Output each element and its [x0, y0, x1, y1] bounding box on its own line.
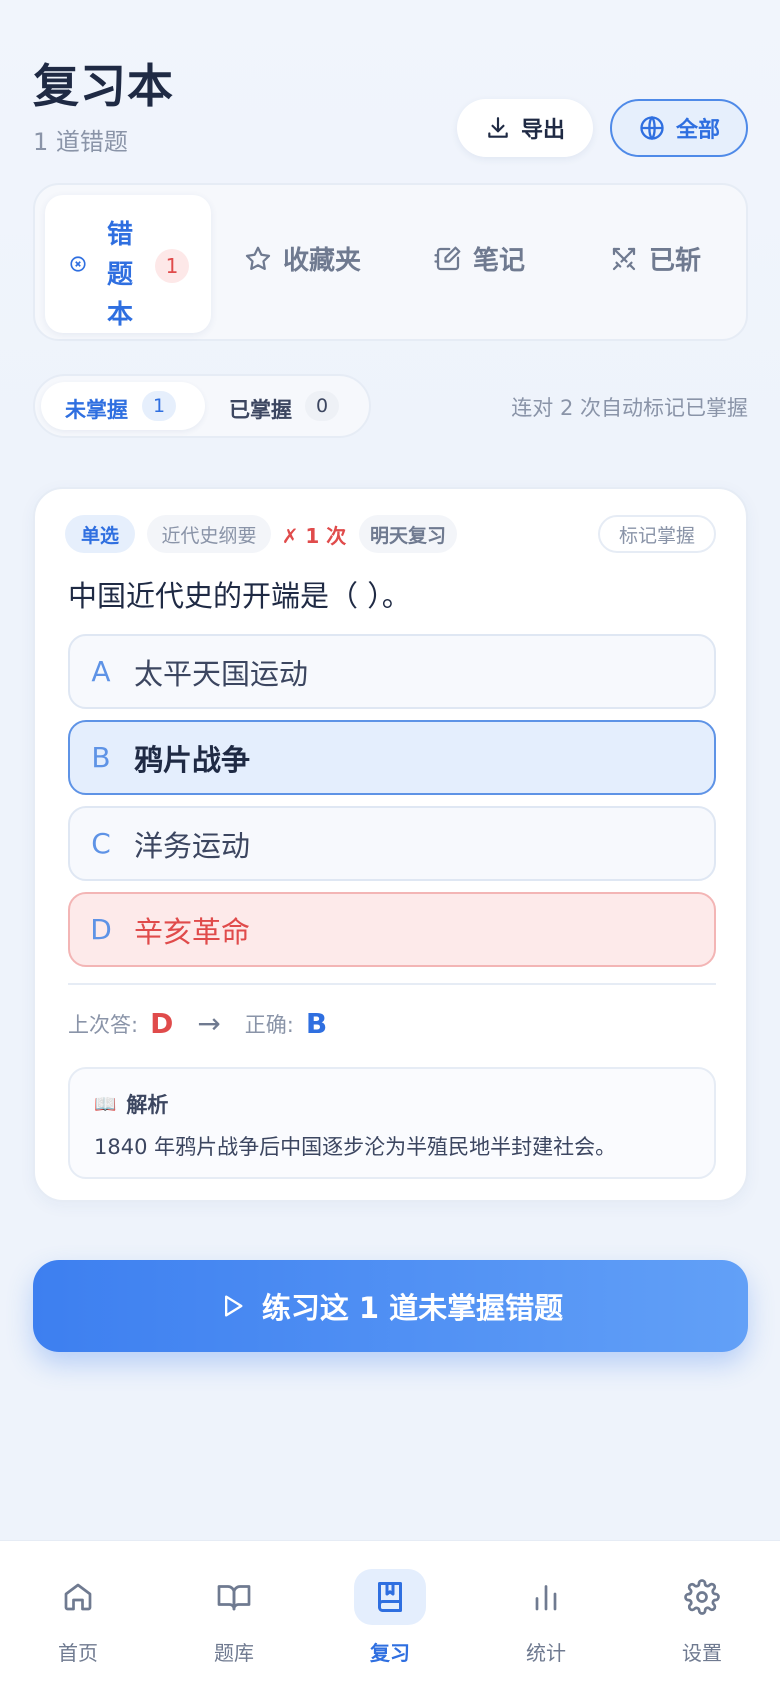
option-b-correct[interactable]: B 鸦片战争	[68, 720, 716, 795]
explanation-header: 📖 解析	[94, 1089, 168, 1119]
nav-review[interactable]: 复习	[340, 1569, 440, 1666]
scope-label: 全部	[675, 118, 720, 143]
explanation-title: 解析	[126, 1093, 169, 1117]
tab-favorites[interactable]: 收藏夹	[243, 240, 361, 277]
nav-stats[interactable]: 统计	[496, 1569, 596, 1666]
review-schedule-tag: 明天复习	[359, 515, 457, 553]
tab-count-badge: 1	[155, 249, 189, 283]
home-icon	[64, 1583, 92, 1611]
option-text: 鸦片战争	[134, 742, 251, 777]
nav-question-bank[interactable]: 题库	[184, 1569, 284, 1666]
bookmark-book-icon	[378, 1582, 402, 1612]
option-a[interactable]: A 太平天国运动	[68, 634, 716, 709]
tab-notes[interactable]: 笔记	[433, 240, 525, 277]
nav-icon-wrap	[42, 1569, 114, 1625]
option-text: 太平天国运动	[134, 656, 309, 691]
book-open-icon	[217, 1585, 251, 1611]
nav-label: 复习	[370, 1641, 410, 1665]
explanation-box: 📖 解析 1840 年鸦片战争后中国逐步沦为半殖民地半封建社会。	[68, 1067, 716, 1179]
option-letter: D	[90, 913, 112, 946]
option-letter: A	[91, 655, 111, 688]
auto-mastery-hint: 连对 2 次自动标记已掌握	[511, 396, 748, 420]
gear-icon	[684, 1579, 720, 1615]
option-c[interactable]: C 洋务运动	[68, 806, 716, 881]
download-icon	[488, 117, 508, 138]
segment-mastered-count: 0	[305, 391, 339, 421]
nav-label: 题库	[214, 1641, 254, 1665]
option-text: 洋务运动	[134, 828, 251, 863]
correct-answer-value: B	[305, 1007, 328, 1040]
wrong-count-tag: ✗ 1 次	[281, 523, 347, 548]
nav-label: 首页	[58, 1641, 98, 1665]
nav-icon-wrap	[198, 1569, 270, 1625]
correct-answer-label: 正确:	[244, 1012, 294, 1037]
practice-button[interactable]: 练习这 1 道未掌握错题	[33, 1260, 748, 1352]
mastery-segment: 未掌握 1 已掌握 0	[33, 374, 371, 438]
nav-icon-wrap	[510, 1569, 582, 1625]
question-text: 中国近代史的开端是（ ）。	[68, 579, 411, 613]
option-d-wrong[interactable]: D 辛亥革命	[68, 892, 716, 967]
globe-icon	[640, 115, 664, 141]
tab-label: 笔记	[473, 246, 526, 276]
nav-home[interactable]: 首页	[28, 1569, 128, 1666]
nav-icon-wrap	[354, 1569, 426, 1625]
explanation-text: 1840 年鸦片战争后中国逐步沦为半殖民地半封建社会。	[94, 1135, 617, 1159]
export-button[interactable]: 导出	[457, 99, 593, 157]
scope-button[interactable]: 全部	[610, 99, 748, 157]
export-label: 导出	[520, 118, 565, 143]
bar-chart-icon	[535, 1585, 557, 1611]
segment-unmastered-count: 1	[142, 391, 176, 421]
nav-label: 统计	[526, 1641, 566, 1665]
answer-comparison: 上次答: D → 正确: B	[68, 1007, 327, 1040]
nav-icon-wrap	[666, 1569, 738, 1625]
segment-unmastered-label[interactable]: 未掌握	[65, 394, 128, 424]
book-icon: 📖	[94, 1093, 117, 1115]
nav-settings[interactable]: 设置	[652, 1569, 752, 1666]
play-icon	[224, 1295, 243, 1317]
question-card: 单选 近代史纲要 ✗ 1 次 明天复习 标记掌握 中国近代史的开端是（ ）。 A…	[33, 487, 748, 1202]
option-text: 辛亥革命	[134, 914, 251, 949]
divider	[68, 983, 716, 985]
last-answer-value: D	[150, 1007, 174, 1040]
question-type-tag: 单选	[65, 515, 135, 553]
swords-icon	[612, 247, 636, 270]
option-letter: B	[91, 741, 111, 774]
note-edit-icon	[434, 246, 461, 270]
tab-label: 收藏夹	[283, 246, 362, 276]
bottom-nav: 首页 题库 复习 统计 设置	[0, 1540, 780, 1688]
tab-slain[interactable]: 已斩	[609, 240, 701, 277]
mark-mastered-button[interactable]: 标记掌握	[598, 515, 716, 553]
star-icon	[245, 246, 271, 270]
option-letter: C	[91, 827, 111, 860]
page-title: 复习本	[33, 59, 174, 113]
page-subtitle: 1 道错题	[33, 128, 128, 156]
tab-label: 已斩	[649, 246, 702, 276]
nav-label: 设置	[682, 1641, 722, 1665]
arrow-icon: →	[197, 1007, 221, 1040]
last-answer-label: 上次答:	[68, 1012, 139, 1037]
category-tabs: 错题本 1 收藏夹 笔记 已斩	[33, 183, 748, 341]
tab-wrong-book[interactable]: 错题本 1	[45, 195, 211, 333]
tab-label: 错题本	[106, 220, 133, 330]
x-circle-icon	[70, 256, 86, 272]
practice-label: 练习这 1 道未掌握错题	[261, 1291, 564, 1325]
segment-mastered-label[interactable]: 已掌握	[229, 394, 292, 424]
subject-tag: 近代史纲要	[147, 515, 271, 553]
